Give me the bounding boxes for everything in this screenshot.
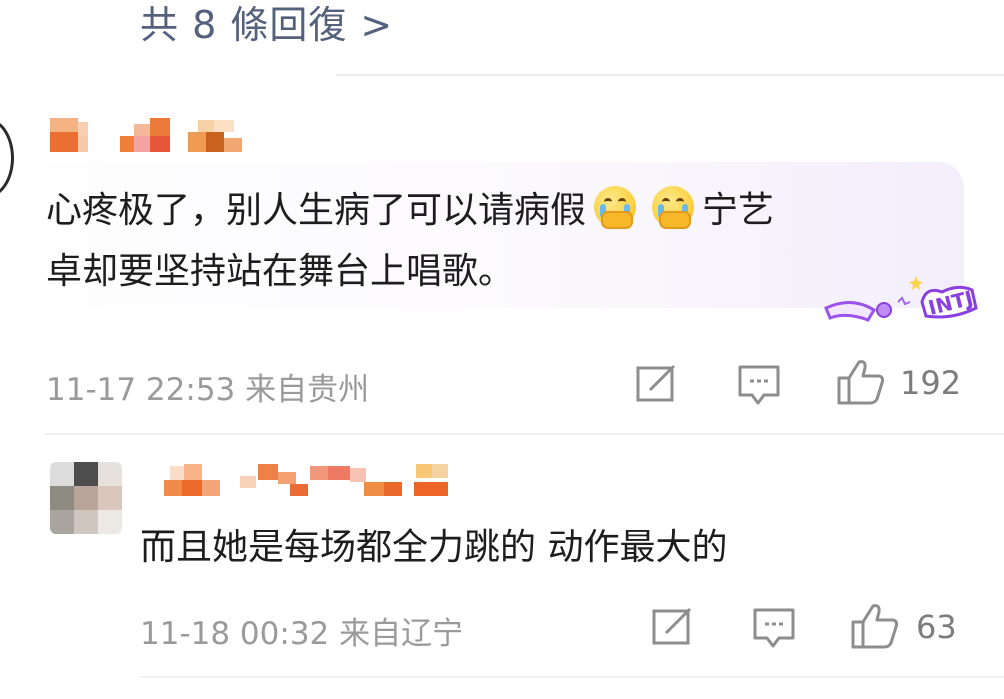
comment-text: 而且她是每场都全力跳的 动作最大的	[140, 527, 728, 568]
comment-text: 心疼极了，别人生病了可以请病假	[46, 190, 587, 231]
timestamp: 11-17 22:53	[46, 372, 236, 408]
avatar[interactable]	[50, 462, 122, 534]
comment-meta: 11-17 22:53 来自贵州	[46, 364, 369, 409]
thumbs-up-icon[interactable]	[850, 602, 900, 650]
location: 来自贵州	[245, 372, 370, 408]
crying-face-icon	[650, 184, 696, 230]
comment-text: 宁艺	[702, 190, 775, 231]
timestamp: 11-18 00:32	[140, 616, 330, 652]
comment-text-line: 心疼极了，别人生病了可以请病假 宁艺	[46, 184, 774, 235]
comment-icon[interactable]	[737, 364, 781, 408]
like-count: 192	[900, 364, 962, 402]
divider	[336, 74, 1004, 76]
avatar[interactable]	[0, 118, 14, 198]
divider	[140, 676, 1004, 678]
view-replies-link[interactable]: 共 8 條回復 >	[140, 0, 393, 49]
divider	[45, 433, 1004, 435]
comment-icon[interactable]	[752, 607, 796, 651]
comment-text: 卓却要坚持站在舞台上唱歌。	[46, 251, 515, 292]
like-count: 63	[916, 608, 957, 646]
username-blurred[interactable]	[50, 118, 250, 158]
comment-meta: 11-18 00:32 来自辽宁	[140, 608, 463, 653]
repost-icon[interactable]	[636, 364, 678, 404]
intj-sticker: INTJ	[824, 276, 978, 322]
comment-thread: 共 8 條回復 > 心疼极了，别人生病了可以请病假 宁艺 卓却要坚持站在舞台上唱歌…	[0, 0, 1004, 699]
thumbs-up-icon[interactable]	[836, 358, 886, 406]
username-blurred[interactable]	[150, 462, 450, 502]
repost-icon[interactable]	[652, 607, 694, 647]
crying-face-icon	[592, 184, 638, 230]
location: 来自辽宁	[339, 616, 464, 652]
